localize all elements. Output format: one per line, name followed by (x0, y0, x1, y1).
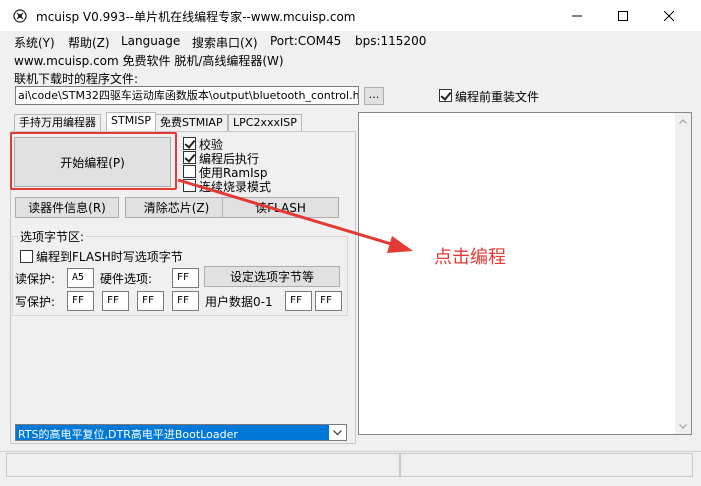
subtitle-link[interactable]: www.mcuisp.com 免费软件 脱机/高线编程器(W) (14, 52, 284, 69)
boot-mode-select[interactable]: RTS的高电平复位,DTR高电平进BootLoader (15, 424, 347, 441)
write-protect-field-3[interactable]: FF (137, 291, 164, 311)
minimize-button[interactable] (554, 0, 600, 31)
option-bytes-title: 选项字节区: (18, 228, 87, 245)
close-button[interactable] (646, 0, 692, 31)
menu-language[interactable]: Language (121, 34, 180, 48)
verify-checkbox[interactable] (183, 137, 196, 150)
tab-handheld-programmer[interactable]: 手持万用编程器 (14, 114, 101, 132)
tab-stmisp[interactable]: STMISP (106, 112, 157, 132)
read-protect-label: 读保护: (15, 272, 56, 286)
menu-port[interactable]: Port:COM45 (270, 34, 341, 48)
browse-button[interactable]: ... (364, 87, 384, 105)
log-output[interactable] (358, 112, 692, 435)
menu-system[interactable]: 系统(Y) (14, 34, 55, 51)
write-protect-field-1[interactable]: FF (67, 291, 94, 311)
user-data-field-1[interactable]: FF (315, 291, 342, 311)
mcuisp-window: mcuisp V0.993--单片机在线编程专家--www.mcuisp.com… (0, 0, 701, 486)
status-cell-1 (6, 453, 400, 477)
highlight-box (10, 132, 177, 190)
menu-bar: 系统(Y) 帮助(Z) Language 搜索串口(X) Port:COM45 … (0, 31, 701, 51)
use-ramisp-checkbox[interactable] (183, 165, 196, 178)
status-cell-2 (400, 453, 693, 477)
run-after-program-checkbox[interactable] (183, 151, 196, 164)
maximize-icon (618, 10, 628, 21)
user-data-field-0[interactable]: FF (285, 291, 312, 311)
title-bar: mcuisp V0.993--单片机在线编程专家--www.mcuisp.com (0, 0, 701, 31)
read-protect-field[interactable]: A5 (67, 268, 94, 288)
reload-file-label: 编程前重装文件 (455, 90, 540, 104)
window-title: mcuisp V0.993--单片机在线编程专家--www.mcuisp.com (36, 10, 356, 24)
chevron-down-icon[interactable] (329, 425, 346, 440)
app-icon (12, 8, 28, 24)
boot-mode-value: RTS的高电平复位,DTR高电平进BootLoader (18, 428, 238, 441)
program-file-label: 联机下载时的程序文件: (14, 72, 139, 86)
tab-lpc2xxxisp[interactable]: LPC2xxxISP (228, 114, 302, 132)
read-device-info-button[interactable]: 读器件信息(R) (15, 197, 119, 218)
menu-search-port[interactable]: 搜索串口(X) (192, 34, 258, 51)
user-data-label: 用户数据0-1 (205, 295, 273, 309)
tab-free-stmiap[interactable]: 免费STMIAP (155, 114, 228, 132)
write-protect-field-2[interactable]: FF (102, 291, 129, 311)
vertical-scrollbar[interactable] (675, 113, 691, 434)
write-protect-field-4[interactable]: FF (172, 291, 199, 311)
scroll-down-icon[interactable] (675, 418, 691, 434)
write-option-bytes-checkbox[interactable] (20, 250, 33, 263)
read-flash-button[interactable]: 读FLASH (222, 197, 339, 218)
set-option-bytes-button[interactable]: 设定选项字节等 (204, 266, 340, 287)
minimize-icon (572, 15, 582, 16)
continuous-burn-label: 连续烧录模式 (199, 180, 272, 194)
menu-bps[interactable]: bps:115200 (355, 34, 426, 48)
write-protect-label: 写保护: (15, 295, 56, 309)
hardware-option-label: 硬件选项: (100, 272, 153, 286)
program-file-path[interactable]: ai\code\STM32四驱车运动库函数版本\output\bluetooth… (15, 86, 359, 105)
reload-file-checkbox[interactable] (439, 89, 452, 102)
continuous-burn-checkbox[interactable] (183, 179, 196, 192)
maximize-button[interactable] (600, 0, 646, 31)
erase-chip-button[interactable]: 清除芯片(Z) (125, 197, 228, 218)
close-icon (664, 10, 674, 21)
hardware-option-field[interactable]: FF (172, 268, 199, 288)
scroll-up-icon[interactable] (675, 113, 691, 129)
menu-help[interactable]: 帮助(Z) (68, 34, 110, 51)
write-option-bytes-label: 编程到FLASH时写选项字节 (36, 250, 183, 264)
annotation-text: 点击编程 (434, 247, 506, 268)
